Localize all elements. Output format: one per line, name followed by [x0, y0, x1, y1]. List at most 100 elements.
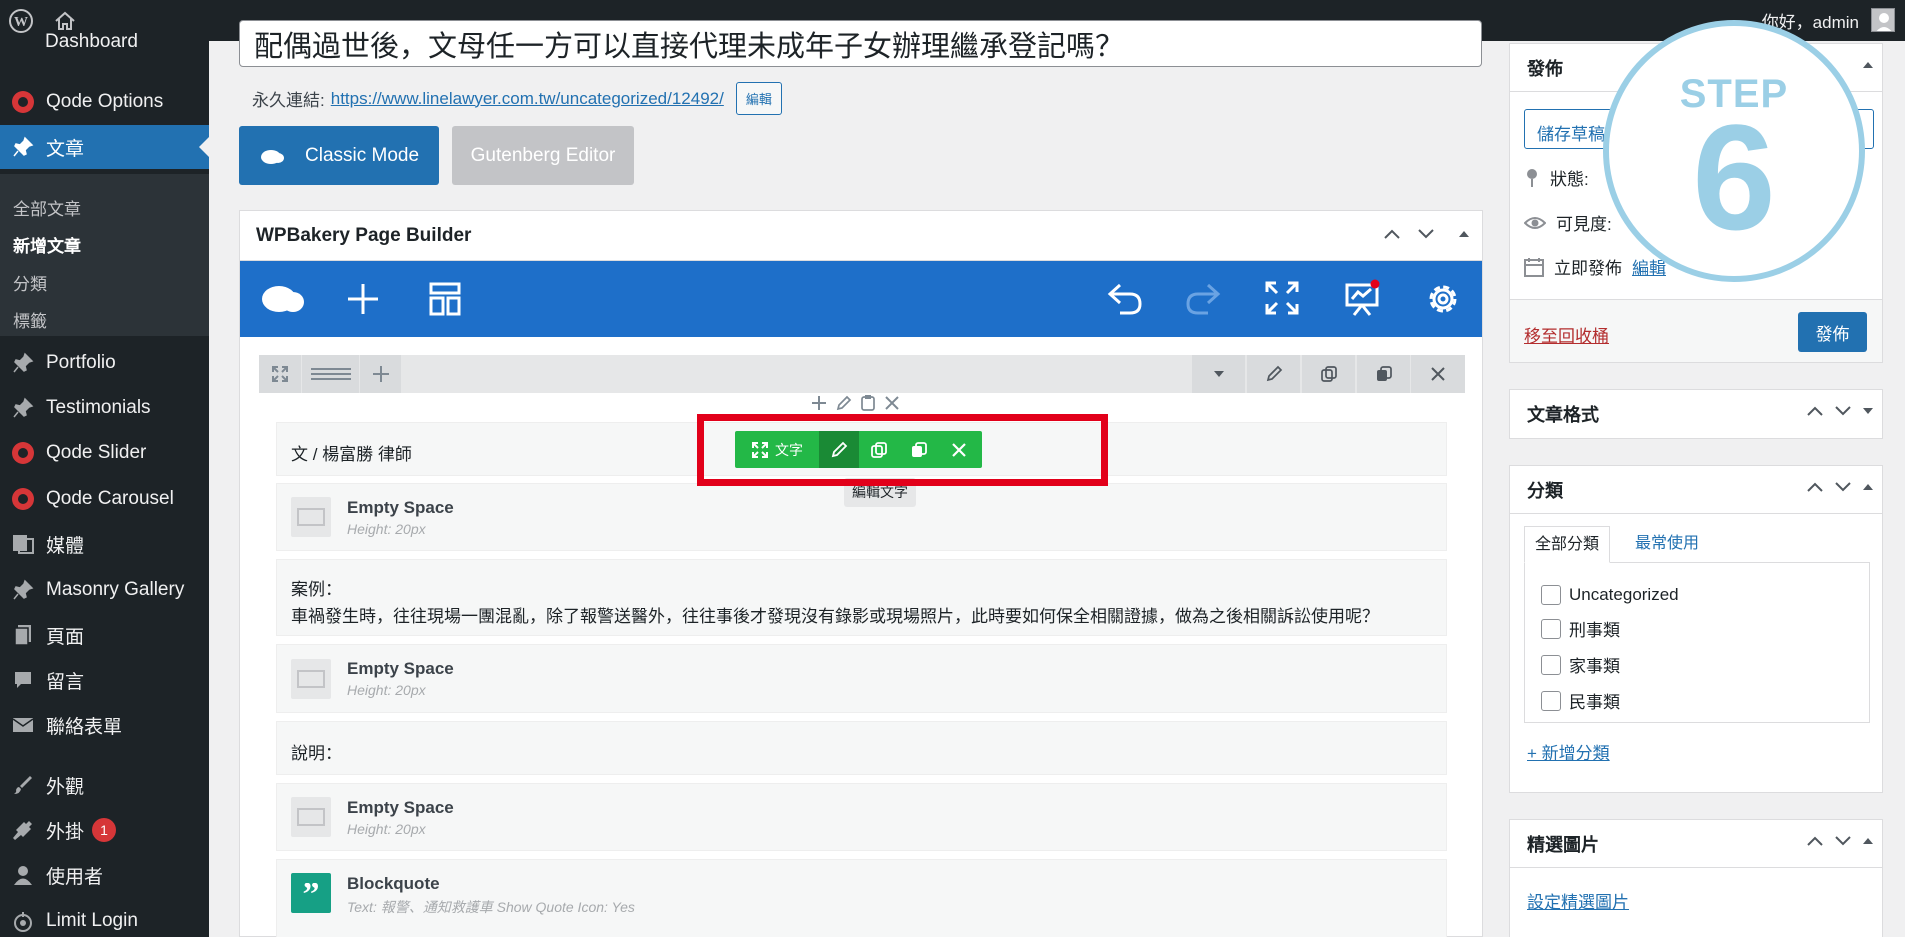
- publish-button[interactable]: 發佈: [1798, 312, 1867, 352]
- wpbakery-logo-icon[interactable]: [260, 281, 306, 317]
- row-edit-pencil-icon[interactable]: [1246, 355, 1300, 393]
- checkbox[interactable]: [1541, 690, 1561, 711]
- publish-time-label: 立即發佈: [1554, 259, 1622, 278]
- add-new-category-link[interactable]: + 新增分類: [1527, 739, 1610, 764]
- move-up-icon[interactable]: [1806, 404, 1824, 418]
- blockquote-element[interactable]: ” Blockquote Text: 報警、通知救護車 Show Quote I…: [276, 859, 1447, 937]
- qode-icon: [0, 91, 46, 113]
- sidebar-item-media[interactable]: 媒體: [0, 522, 209, 566]
- checkbox[interactable]: [1541, 654, 1561, 675]
- category-item[interactable]: 刑事類: [1541, 616, 1853, 641]
- sidebar-item-appearance[interactable]: 外觀: [0, 763, 209, 807]
- category-item[interactable]: 家事類: [1541, 652, 1853, 677]
- templates-icon[interactable]: [429, 282, 461, 316]
- column-delete-icon[interactable]: [884, 395, 900, 411]
- tab-most-used[interactable]: 最常使用: [1625, 526, 1709, 563]
- sidebar-item-label: Masonry Gallery: [46, 579, 185, 600]
- move-down-icon[interactable]: [1834, 480, 1852, 494]
- toggle-panel-icon[interactable]: [1862, 404, 1874, 418]
- move-down-icon[interactable]: [1834, 834, 1852, 848]
- qode-icon: [0, 488, 46, 510]
- permalink-link[interactable]: https://www.linelawyer.com.tw/uncategori…: [331, 89, 724, 109]
- element-description: Height: 20px: [347, 821, 426, 837]
- checkbox[interactable]: [1541, 585, 1561, 605]
- column-edit-pencil-icon[interactable]: [836, 395, 852, 411]
- category-item[interactable]: 民事類: [1541, 688, 1853, 713]
- sidebar-item-portfolio[interactable]: Portfolio: [0, 341, 209, 385]
- seo-analysis-icon[interactable]: [1344, 279, 1380, 317]
- move-up-icon[interactable]: [1806, 480, 1824, 494]
- toggle-panel-icon[interactable]: [1862, 834, 1874, 848]
- sidebar-item-testimonials[interactable]: Testimonials: [0, 386, 209, 430]
- sidebar-item-contact-form[interactable]: 聯絡表單: [0, 703, 209, 747]
- svg-text:W: W: [14, 15, 28, 30]
- undo-icon[interactable]: [1106, 281, 1144, 317]
- column-add-icon[interactable]: [811, 395, 827, 411]
- row-dropdown-icon[interactable]: [1191, 355, 1245, 393]
- move-down-icon[interactable]: [1834, 404, 1852, 418]
- calendar-icon: [1524, 257, 1544, 277]
- sidebar-item-qode-options[interactable]: Qode Options: [0, 80, 209, 124]
- sidebar-item-masonry-gallery[interactable]: Masonry Gallery: [0, 568, 209, 612]
- posts-submenu: 全部文章 新增文章 分類 標籤: [0, 174, 209, 336]
- add-element-icon[interactable]: [346, 282, 380, 316]
- text-element[interactable]: 說明：: [276, 721, 1447, 775]
- submenu-all-posts[interactable]: 全部文章: [13, 195, 81, 220]
- post-format-header[interactable]: 文章格式: [1510, 390, 1882, 438]
- map-pin-icon: [1524, 168, 1540, 188]
- row-copy-icon[interactable]: [1356, 355, 1410, 393]
- move-up-icon[interactable]: [1806, 834, 1824, 848]
- text-element[interactable]: 案例： 車禍發生時，往往現場一團混亂，除了報警送醫外，往往事後才發現沒有錄影或現…: [276, 559, 1447, 636]
- element-description: Height: 20px: [347, 682, 426, 698]
- classic-mode-button[interactable]: Classic Mode: [239, 126, 439, 185]
- empty-space-element[interactable]: Empty Space Height: 20px: [276, 644, 1447, 713]
- row-layout-icon[interactable]: [301, 355, 359, 393]
- admin-sidebar: Dashboard Qode Options 文章 全部文章 新增文章 分類 標…: [0, 31, 209, 937]
- permalink-edit-button[interactable]: 編輯: [735, 82, 782, 115]
- tab-all-categories[interactable]: 全部分類: [1524, 526, 1611, 563]
- post-title-input[interactable]: 配偶過世後，文母任一方可以直接代理未成年子女辦理繼承登記嗎？: [239, 20, 1482, 67]
- submenu-add-new-post[interactable]: 新增文章: [13, 232, 81, 257]
- user-icon: [0, 864, 46, 886]
- submenu-categories[interactable]: 分類: [13, 270, 47, 295]
- move-to-trash-link[interactable]: 移至回收桶: [1524, 322, 1609, 347]
- avatar[interactable]: [1871, 8, 1895, 32]
- fullscreen-icon[interactable]: [1265, 281, 1299, 315]
- sidebar-item-label: 文章: [46, 138, 85, 160]
- sidebar-item-users[interactable]: 使用者: [0, 853, 209, 897]
- sidebar-item-qode-slider[interactable]: Qode Slider: [0, 431, 209, 475]
- category-label: 家事類: [1569, 657, 1620, 676]
- checkbox[interactable]: [1541, 618, 1561, 639]
- toggle-panel-icon[interactable]: [1862, 58, 1874, 72]
- categories-title: 分類: [1527, 480, 1563, 501]
- column-paste-icon[interactable]: [861, 395, 875, 411]
- sidebar-item-posts[interactable]: 文章: [0, 125, 209, 169]
- sidebar-item-comments[interactable]: 留言: [0, 658, 209, 702]
- category-item[interactable]: Uncategorized: [1541, 585, 1853, 605]
- submenu-tags[interactable]: 標籤: [13, 307, 47, 332]
- sidebar-item-pages[interactable]: 頁面: [0, 613, 209, 657]
- sidebar-item-limit-login[interactable]: Limit Login: [0, 899, 209, 937]
- publish-box-title: 發佈: [1527, 58, 1563, 79]
- toggle-panel-icon[interactable]: [1458, 227, 1470, 241]
- sidebar-item-qode-carousel[interactable]: Qode Carousel: [0, 477, 209, 521]
- empty-space-element[interactable]: Empty Space Height: 20px: [276, 783, 1447, 851]
- sidebar-item-plugins[interactable]: 外掛 1: [0, 808, 209, 852]
- category-checklist: Uncategorized 刑事類 家事類 民事類: [1524, 562, 1870, 723]
- toggle-panel-icon[interactable]: [1862, 480, 1874, 494]
- set-featured-image-link[interactable]: 設定精選圖片: [1527, 888, 1629, 913]
- move-down-icon[interactable]: [1417, 227, 1435, 241]
- gutenberg-editor-button[interactable]: Gutenberg Editor: [452, 126, 634, 185]
- row-add-icon[interactable]: [359, 355, 401, 393]
- settings-gear-icon[interactable]: [1425, 281, 1461, 317]
- wordpress-logo-icon[interactable]: W: [8, 0, 34, 41]
- redo-icon[interactable]: [1184, 281, 1222, 317]
- row-delete-icon[interactable]: [1410, 355, 1464, 393]
- row-move-icon[interactable]: [259, 355, 301, 393]
- row-clone-icon[interactable]: [1301, 355, 1355, 393]
- featured-image-title: 精選圖片: [1527, 834, 1599, 855]
- empty-space-icon: [291, 497, 331, 537]
- sidebar-item-dashboard[interactable]: Dashboard: [45, 31, 138, 51]
- move-up-icon[interactable]: [1383, 227, 1401, 241]
- classic-mode-label: Classic Mode: [305, 144, 420, 166]
